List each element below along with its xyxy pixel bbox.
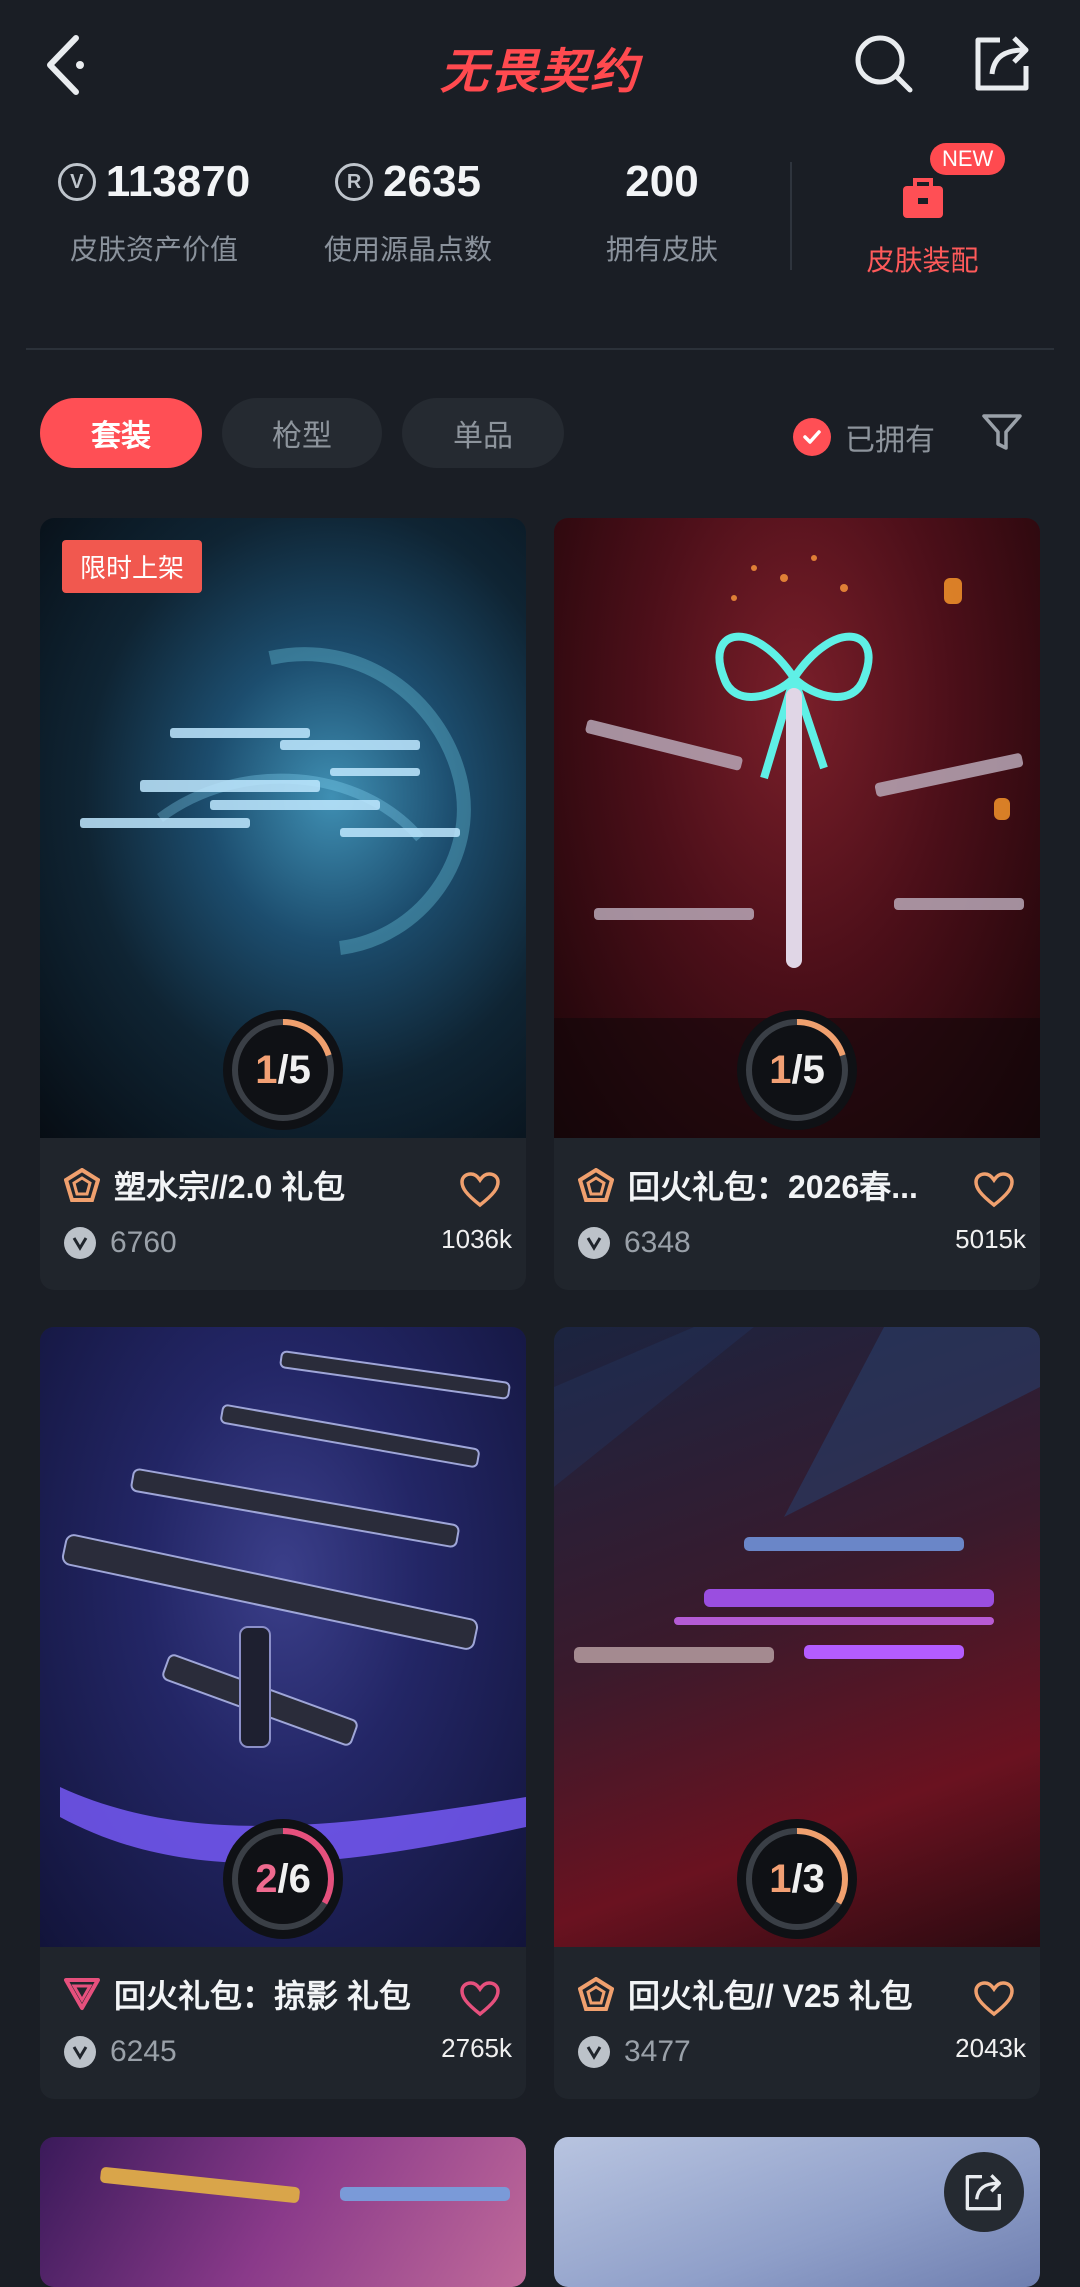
stat-value: 200 — [625, 157, 699, 206]
new-badge: NEW — [930, 143, 1006, 175]
stat-label: 拥有皮肤 — [605, 234, 718, 265]
stat-value: 113870 — [105, 157, 251, 206]
tier-icon — [64, 1978, 100, 2010]
stat-radianite: R 2635 使用源晶点数 — [318, 150, 498, 268]
bundle-image — [40, 2137, 526, 2287]
owned-count: 1 — [769, 1047, 792, 1092]
collection-progress: 1/3 — [737, 1819, 857, 1939]
bundle-card[interactable] — [40, 2137, 526, 2287]
tab-weapon-type[interactable]: 枪型 — [222, 398, 382, 468]
likes-count: 2765k — [441, 2033, 512, 2063]
total-count: 5 — [802, 1047, 825, 1092]
limited-time-tag: 限时上架 — [62, 540, 203, 593]
bundle-image: 限时上架 1/5 — [40, 518, 526, 1138]
bundle-price: 6348 — [624, 1226, 691, 1259]
checkmark-icon — [793, 418, 831, 456]
bundle-name: 回火礼包// V25 礼包 — [628, 1978, 913, 2014]
valorant-points-icon: V — [57, 163, 96, 201]
bundle-card[interactable]: 1/3 回火礼包// V25 礼包 3477 2043k — [554, 1327, 1040, 2099]
valorant-points-icon — [64, 1227, 96, 1259]
bundle-price: 3477 — [624, 2035, 691, 2068]
valorant-points-icon — [578, 2036, 610, 2068]
total-count: 6 — [288, 1856, 311, 1901]
owned-count: 1 — [769, 1856, 792, 1901]
valorant-points-icon — [578, 1227, 610, 1259]
stat-owned-skins: 200 拥有皮肤 — [582, 150, 742, 268]
divider — [26, 348, 1054, 350]
bundle-image: 1/3 — [554, 1327, 1040, 1947]
owned-toggle[interactable]: 已拥有 — [793, 415, 935, 459]
likes-count: 2043k — [955, 2033, 1026, 2063]
stat-label: 皮肤资产价值 — [69, 234, 238, 265]
search-icon — [855, 35, 913, 93]
collection-progress: 1/5 — [223, 1010, 343, 1130]
heart-icon[interactable] — [460, 1172, 500, 1208]
collection-progress: 2/6 — [223, 1819, 343, 1939]
briefcase-icon — [902, 178, 943, 218]
filter-icon — [982, 414, 1022, 450]
share-icon — [975, 36, 1029, 91]
radianite-icon: R — [335, 163, 374, 201]
skin-loadout-label: 皮肤装配 — [866, 245, 979, 276]
floating-share-button[interactable] — [944, 2152, 1024, 2232]
total-count: 5 — [288, 1047, 311, 1092]
tab-bundles[interactable]: 套装 — [40, 398, 202, 468]
bundle-card[interactable]: 限时上架 1/5 塑水宗//2.0 礼包 6760 1036k — [40, 518, 526, 1290]
divider — [790, 162, 792, 270]
heart-icon[interactable] — [974, 1981, 1014, 2017]
heart-icon[interactable] — [460, 1981, 500, 2017]
bundle-name: 塑水宗//2.0 礼包 — [114, 1169, 346, 1205]
owned-count: 1 — [255, 1047, 278, 1092]
bundle-image: 1/5 — [554, 518, 1040, 1138]
filter-button[interactable] — [980, 410, 1024, 454]
stat-label: 使用源晶点数 — [323, 234, 492, 265]
collection-progress: 1/5 — [737, 1010, 857, 1130]
total-count: 3 — [802, 1856, 825, 1901]
owned-count: 2 — [255, 1856, 278, 1901]
weapons-artwork — [100, 2167, 510, 2203]
tier-icon — [64, 1168, 100, 1202]
tier-icon — [578, 1977, 614, 2011]
bundle-image: 2/6 — [40, 1327, 526, 1947]
likes-count: 1036k — [441, 1224, 512, 1254]
share-button[interactable] — [970, 30, 1036, 96]
bundle-card[interactable]: 2/6 回火礼包：掠影 礼包 6245 2765k — [40, 1327, 526, 2099]
top-bar: 无畏契约 — [0, 0, 1080, 130]
tier-icon — [578, 1168, 614, 1202]
owned-label: 已拥有 — [845, 424, 935, 457]
bundle-price: 6760 — [110, 1226, 177, 1259]
stat-value: 2635 — [383, 157, 481, 206]
bundle-name: 回火礼包：2026春... — [628, 1169, 918, 1205]
stat-asset-value: V 113870 皮肤资产价值 — [54, 150, 254, 268]
likes-count: 5015k — [955, 1224, 1026, 1254]
heart-icon[interactable] — [974, 1172, 1014, 1208]
app-title: 无畏契约 — [439, 46, 640, 99]
bundle-price: 6245 — [110, 2035, 177, 2068]
share-icon — [965, 2174, 1001, 2211]
bundle-card[interactable]: 1/5 回火礼包：2026春... 6348 5015k — [554, 518, 1040, 1290]
bundle-name: 回火礼包：掠影 礼包 — [114, 1978, 411, 2014]
search-button[interactable] — [850, 30, 916, 96]
tab-single-items[interactable]: 单品 — [402, 398, 564, 468]
valorant-points-icon — [64, 2036, 96, 2068]
